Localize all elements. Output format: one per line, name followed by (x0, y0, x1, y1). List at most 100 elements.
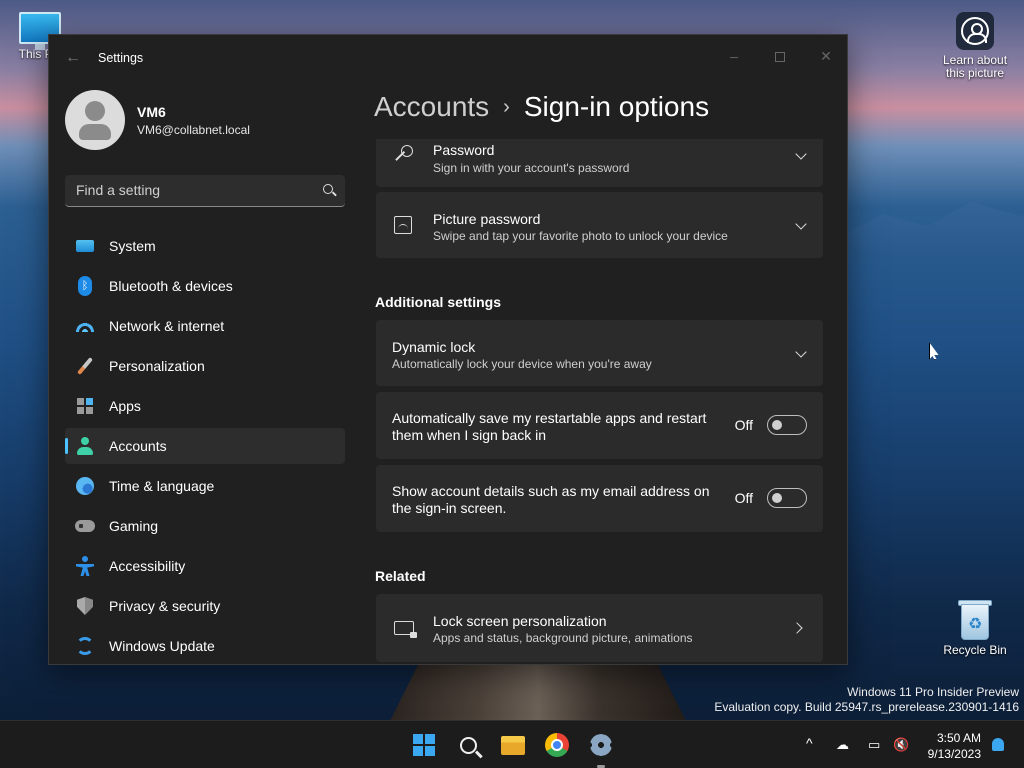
watermark-line-1: Windows 11 Pro Insider Preview (847, 685, 1019, 699)
sidebar-item-label: Gaming (109, 518, 159, 534)
taskbar-search-button[interactable] (452, 729, 484, 761)
find-setting-search[interactable] (65, 175, 345, 207)
chrome-button[interactable] (541, 729, 573, 761)
chevron-right-icon[interactable] (791, 622, 803, 634)
card-title: Automatically save my restartable apps a… (392, 410, 706, 444)
sidebar-item-privacy[interactable]: Privacy & security (65, 588, 345, 624)
card-subtitle: Swipe and tap your favorite photo to unl… (433, 229, 728, 243)
cloud-offline-icon[interactable]: ☁ (836, 737, 849, 753)
card-title-line-2: them when I sign back in (392, 427, 547, 443)
search-icon[interactable] (323, 184, 333, 194)
desktop-pier-scenery (388, 665, 688, 725)
volume-muted-icon[interactable]: 🔇 (893, 737, 909, 753)
update-icon (75, 636, 95, 656)
file-explorer-button[interactable] (497, 729, 529, 761)
desktop-icon-label: Learn about this picture (942, 53, 1008, 80)
page-title: Sign-in options (523, 91, 710, 122)
card-title-line-1: Show account details such as my email ad… (392, 483, 710, 499)
start-icon (413, 734, 435, 756)
controller-icon (75, 516, 95, 536)
chevron-down-icon[interactable] (795, 218, 807, 230)
taskbar: ^ ☁ ▭ 🔇 3:50 AM 9/13/2023 (0, 720, 1024, 768)
sidebar-item-bluetooth[interactable]: ᛒ Bluetooth & devices (65, 268, 345, 304)
user-profile[interactable]: VM6 VM6@collabnet.local (65, 90, 250, 150)
avatar (65, 90, 125, 150)
sidebar-item-network[interactable]: Network & internet (65, 308, 345, 344)
card-subtitle: Automatically lock your device when you'… (392, 357, 652, 371)
sidebar-nav: System ᛒ Bluetooth & devices Network & i… (65, 228, 345, 664)
sidebar-item-accessibility[interactable]: Accessibility (65, 548, 345, 584)
sidebar-item-time-language[interactable]: Time & language (65, 468, 345, 504)
wifi-icon (75, 316, 95, 336)
sidebar-item-label: Windows Update (109, 638, 215, 654)
sidebar-item-personalization[interactable]: Personalization (65, 348, 345, 384)
card-subtitle: Apps and status, background picture, ani… (433, 631, 693, 645)
minimize-button[interactable]: – (711, 41, 757, 71)
account-details-card: Show account details such as my email ad… (376, 465, 823, 532)
breadcrumb: Accounts › Sign-in options (374, 91, 709, 123)
card-title: Show account details such as my email ad… (392, 483, 710, 517)
key-icon (394, 145, 414, 165)
maximize-button[interactable] (757, 41, 803, 71)
close-button[interactable]: ✕ (803, 41, 847, 71)
notification-bell-icon[interactable] (992, 738, 1004, 751)
desktop-icon-learn-picture[interactable]: Learn about this picture (935, 12, 1015, 80)
desktop-icon-recycle-bin[interactable]: ♻ Recycle Bin (935, 598, 1015, 657)
camera-icon (956, 12, 994, 50)
system-clock[interactable]: 3:50 AM 9/13/2023 (928, 730, 981, 762)
sidebar-item-windows-update[interactable]: Windows Update (65, 628, 345, 664)
picture-icon (394, 216, 414, 236)
search-input[interactable] (65, 175, 305, 205)
account-details-toggle[interactable] (767, 488, 807, 508)
sidebar-item-apps[interactable]: Apps (65, 388, 345, 424)
network-icon[interactable]: ▭ (868, 737, 880, 753)
related-heading: Related (375, 568, 426, 584)
accessibility-icon (75, 556, 95, 576)
back-arrow-icon[interactable]: ← (63, 49, 83, 67)
card-title: Lock screen personalization (433, 613, 607, 629)
settings-taskbar-button[interactable] (585, 729, 617, 761)
window-title: Settings (98, 51, 144, 65)
card-title-line-1: Automatically save my restartable apps a… (392, 410, 707, 426)
apps-icon (75, 396, 95, 416)
lock-screen-icon (394, 618, 417, 638)
mouse-cursor-icon (929, 342, 939, 360)
sidebar-item-label: Time & language (109, 478, 215, 494)
search-icon (459, 736, 477, 754)
chrome-icon (545, 733, 569, 757)
restart-apps-toggle-group: Off (735, 415, 807, 435)
chevron-down-icon[interactable] (795, 148, 807, 160)
sidebar-item-label: Network & internet (109, 318, 225, 334)
card-title-line-2: the sign-in screen. (392, 500, 507, 516)
watermark-line-2: Evaluation copy. Build 25947.rs_prerelea… (714, 700, 1019, 714)
shield-icon (75, 596, 95, 616)
sidebar-item-label: System (109, 238, 156, 254)
picture-password-card[interactable]: Picture password Swipe and tap your favo… (376, 192, 823, 258)
password-card[interactable]: Password Sign in with your account's pas… (376, 139, 823, 187)
card-subtitle: Sign in with your account's password (433, 161, 630, 175)
sidebar-item-label: Privacy & security (109, 598, 221, 614)
bluetooth-icon: ᛒ (75, 276, 95, 296)
card-title: Dynamic lock (392, 339, 476, 355)
profile-email: VM6@collabnet.local (137, 122, 250, 137)
start-button[interactable] (408, 729, 440, 761)
evaluation-watermark: Windows 11 Pro Insider Preview Evaluatio… (714, 685, 1019, 715)
sidebar-item-accounts[interactable]: Accounts (65, 428, 345, 464)
breadcrumb-parent[interactable]: Accounts (374, 91, 489, 123)
dynamic-lock-card[interactable]: Dynamic lock Automatically lock your dev… (376, 320, 823, 386)
sidebar-item-label: Accessibility (109, 558, 186, 574)
sidebar-item-gaming[interactable]: Gaming (65, 508, 345, 544)
accounts-icon (75, 436, 95, 456)
lock-screen-personalization-card[interactable]: Lock screen personalization Apps and sta… (376, 594, 823, 662)
tray-overflow-button[interactable]: ^ (806, 735, 813, 751)
clock-date: 9/13/2023 (927, 747, 981, 761)
brush-icon (75, 356, 95, 376)
file-explorer-icon (501, 735, 525, 755)
card-title: Password (433, 142, 495, 158)
chevron-down-icon[interactable] (795, 346, 807, 358)
restart-apps-toggle[interactable] (767, 415, 807, 435)
sidebar-item-system[interactable]: System (65, 228, 345, 264)
title-bar[interactable]: ← Settings – ✕ (49, 35, 847, 81)
profile-name: VM6 (137, 103, 166, 120)
account-details-toggle-group: Off (735, 488, 807, 508)
